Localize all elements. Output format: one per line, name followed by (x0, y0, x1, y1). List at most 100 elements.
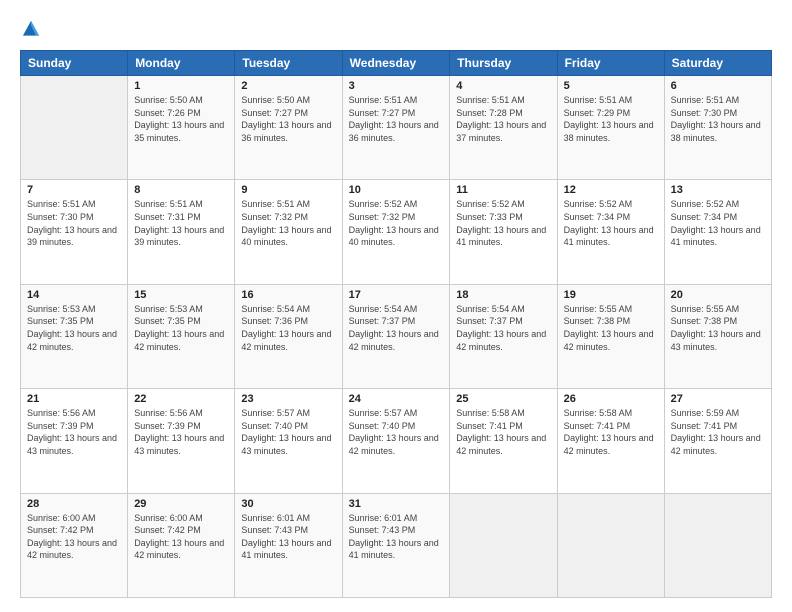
day-number: 10 (349, 184, 444, 196)
day-info: Sunrise: 5:51 AMSunset: 7:28 PMDaylight:… (456, 94, 550, 144)
day-number: 24 (349, 393, 444, 405)
table-row: 1Sunrise: 5:50 AMSunset: 7:26 PMDaylight… (128, 76, 235, 180)
table-row: 18 Sunrise: 5:54 AMSunset: 7:37 PMDayligh… (450, 284, 557, 388)
day-info: Sunrise: 5:51 AMSunset: 7:32 PMDaylight:… (241, 198, 335, 248)
day-number: 21 (27, 393, 121, 405)
calendar-week-row: 1Sunrise: 5:50 AMSunset: 7:26 PMDaylight… (21, 76, 772, 180)
calendar-body: 1Sunrise: 5:50 AMSunset: 7:26 PMDaylight… (21, 76, 772, 598)
table-row: 13 Sunrise: 5:52 AMSunset: 7:34 PMDayligh… (664, 180, 771, 284)
calendar-header: Sunday Monday Tuesday Wednesday Thursday… (21, 51, 772, 76)
calendar-table: Sunday Monday Tuesday Wednesday Thursday… (20, 50, 772, 598)
table-row: 16Sunrise: 5:54 AMSunset: 7:36 PMDayligh… (235, 284, 342, 388)
calendar-week-row: 28 Sunrise: 6:00 AMSunset: 7:42 PMDayligh… (21, 493, 772, 597)
col-saturday: Saturday (664, 51, 771, 76)
day-number: 28 (27, 498, 121, 510)
header (20, 18, 772, 40)
table-row: 12 Sunrise: 5:52 AMSunset: 7:34 PMDayligh… (557, 180, 664, 284)
day-number: 9 (241, 184, 335, 196)
day-info: Sunrise: 5:51 AMSunset: 7:31 PMDaylight:… (134, 198, 228, 248)
day-number: 18 (456, 289, 550, 301)
day-number: 3 (349, 80, 444, 92)
table-row: 2 Sunrise: 5:50 AMSunset: 7:27 PMDaylight… (235, 76, 342, 180)
day-number: 8 (134, 184, 228, 196)
day-info: Sunrise: 5:58 AMSunset: 7:41 PMDaylight:… (456, 407, 550, 457)
table-row: 21 Sunrise: 5:56 AMSunset: 7:39 PMDayligh… (21, 389, 128, 493)
table-row: 20 Sunrise: 5:55 AMSunset: 7:38 PMDayligh… (664, 284, 771, 388)
day-info: Sunrise: 5:57 AMSunset: 7:40 PMDaylight:… (241, 407, 335, 457)
table-row: 31Sunrise: 6:01 AMSunset: 7:43 PMDayligh… (342, 493, 450, 597)
col-friday: Friday (557, 51, 664, 76)
day-number: 22 (134, 393, 228, 405)
table-row (664, 493, 771, 597)
day-info: Sunrise: 5:55 AMSunset: 7:38 PMDaylight:… (564, 303, 658, 353)
day-number: 14 (27, 289, 121, 301)
day-info: Sunrise: 5:53 AMSunset: 7:35 PMDaylight:… (27, 303, 121, 353)
table-row (21, 76, 128, 180)
table-row: 23 Sunrise: 5:57 AMSunset: 7:40 PMDayligh… (235, 389, 342, 493)
day-info: Sunrise: 5:53 AMSunset: 7:35 PMDaylight:… (134, 303, 228, 353)
table-row: 4Sunrise: 5:51 AMSunset: 7:28 PMDaylight… (450, 76, 557, 180)
day-info: Sunrise: 5:52 AMSunset: 7:32 PMDaylight:… (349, 198, 444, 248)
day-info: Sunrise: 5:52 AMSunset: 7:34 PMDaylight:… (564, 198, 658, 248)
day-info: Sunrise: 5:50 AMSunset: 7:26 PMDaylight:… (134, 94, 228, 144)
day-info: Sunrise: 6:00 AMSunset: 7:42 PMDaylight:… (27, 512, 121, 562)
table-row: 9 Sunrise: 5:51 AMSunset: 7:32 PMDaylight… (235, 180, 342, 284)
day-info: Sunrise: 5:55 AMSunset: 7:38 PMDaylight:… (671, 303, 765, 353)
table-row: 19 Sunrise: 5:55 AMSunset: 7:38 PMDayligh… (557, 284, 664, 388)
day-info: Sunrise: 5:58 AMSunset: 7:41 PMDaylight:… (564, 407, 658, 457)
day-info: Sunrise: 5:51 AMSunset: 7:30 PMDaylight:… (671, 94, 765, 144)
day-info: Sunrise: 5:56 AMSunset: 7:39 PMDaylight:… (27, 407, 121, 457)
page: Sunday Monday Tuesday Wednesday Thursday… (0, 0, 792, 612)
calendar-week-row: 21 Sunrise: 5:56 AMSunset: 7:39 PMDayligh… (21, 389, 772, 493)
col-sunday: Sunday (21, 51, 128, 76)
day-number: 7 (27, 184, 121, 196)
table-row: 29Sunrise: 6:00 AMSunset: 7:42 PMDayligh… (128, 493, 235, 597)
table-row: 11Sunrise: 5:52 AMSunset: 7:33 PMDayligh… (450, 180, 557, 284)
table-row: 17Sunrise: 5:54 AMSunset: 7:37 PMDayligh… (342, 284, 450, 388)
table-row: 5 Sunrise: 5:51 AMSunset: 7:29 PMDaylight… (557, 76, 664, 180)
day-info: Sunrise: 5:54 AMSunset: 7:36 PMDaylight:… (241, 303, 335, 353)
day-number: 13 (671, 184, 765, 196)
day-info: Sunrise: 5:51 AMSunset: 7:29 PMDaylight:… (564, 94, 658, 144)
day-number: 30 (241, 498, 335, 510)
table-row: 30Sunrise: 6:01 AMSunset: 7:43 PMDayligh… (235, 493, 342, 597)
table-row: 10 Sunrise: 5:52 AMSunset: 7:32 PMDayligh… (342, 180, 450, 284)
day-number: 27 (671, 393, 765, 405)
logo-icon (20, 18, 42, 40)
day-info: Sunrise: 5:56 AMSunset: 7:39 PMDaylight:… (134, 407, 228, 457)
day-number: 5 (564, 80, 658, 92)
day-number: 12 (564, 184, 658, 196)
day-info: Sunrise: 5:50 AMSunset: 7:27 PMDaylight:… (241, 94, 335, 144)
day-number: 29 (134, 498, 228, 510)
day-number: 31 (349, 498, 444, 510)
day-number: 15 (134, 289, 228, 301)
table-row: 28 Sunrise: 6:00 AMSunset: 7:42 PMDayligh… (21, 493, 128, 597)
header-row: Sunday Monday Tuesday Wednesday Thursday… (21, 51, 772, 76)
col-thursday: Thursday (450, 51, 557, 76)
calendar-week-row: 7 Sunrise: 5:51 AMSunset: 7:30 PMDaylight… (21, 180, 772, 284)
day-number: 17 (349, 289, 444, 301)
col-monday: Monday (128, 51, 235, 76)
table-row: 6 Sunrise: 5:51 AMSunset: 7:30 PMDaylight… (664, 76, 771, 180)
col-wednesday: Wednesday (342, 51, 450, 76)
table-row: 14 Sunrise: 5:53 AMSunset: 7:35 PMDayligh… (21, 284, 128, 388)
table-row: 22 Sunrise: 5:56 AMSunset: 7:39 PMDayligh… (128, 389, 235, 493)
table-row: 3Sunrise: 5:51 AMSunset: 7:27 PMDaylight… (342, 76, 450, 180)
day-number: 20 (671, 289, 765, 301)
day-info: Sunrise: 5:52 AMSunset: 7:34 PMDaylight:… (671, 198, 765, 248)
day-info: Sunrise: 5:51 AMSunset: 7:30 PMDaylight:… (27, 198, 121, 248)
day-info: Sunrise: 5:57 AMSunset: 7:40 PMDaylight:… (349, 407, 444, 457)
day-number: 2 (241, 80, 335, 92)
table-row: 8 Sunrise: 5:51 AMSunset: 7:31 PMDaylight… (128, 180, 235, 284)
calendar-week-row: 14 Sunrise: 5:53 AMSunset: 7:35 PMDayligh… (21, 284, 772, 388)
table-row: 7 Sunrise: 5:51 AMSunset: 7:30 PMDaylight… (21, 180, 128, 284)
day-info: Sunrise: 5:52 AMSunset: 7:33 PMDaylight:… (456, 198, 550, 248)
day-info: Sunrise: 5:59 AMSunset: 7:41 PMDaylight:… (671, 407, 765, 457)
day-number: 25 (456, 393, 550, 405)
table-row: 26Sunrise: 5:58 AMSunset: 7:41 PMDayligh… (557, 389, 664, 493)
day-number: 6 (671, 80, 765, 92)
day-number: 23 (241, 393, 335, 405)
table-row: 24 Sunrise: 5:57 AMSunset: 7:40 PMDayligh… (342, 389, 450, 493)
day-number: 19 (564, 289, 658, 301)
day-info: Sunrise: 5:54 AMSunset: 7:37 PMDaylight:… (456, 303, 550, 353)
